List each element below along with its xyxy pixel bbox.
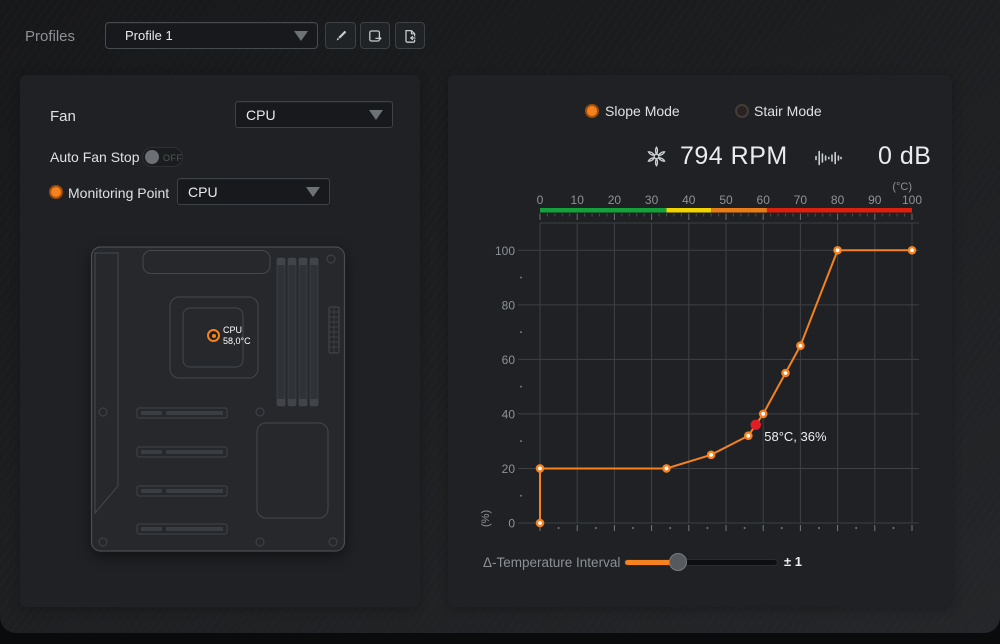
fan-curve-chart[interactable]: 0102030405060708090100(°C)020406080100(%… (478, 175, 940, 540)
fan-settings-panel: Fan CPU Auto Fan Stop OFF Monitoring Poi… (20, 75, 420, 607)
profile-dropdown[interactable]: Profile 1 (105, 22, 318, 49)
y-axis-tick-label: 0 (508, 517, 515, 531)
temp-ruler-tick-label: 80 (831, 193, 845, 207)
temp-ruler-tick-label: 50 (719, 193, 733, 207)
noise-level-value: 0 dB (878, 142, 931, 171)
interval-slider-label: Δ-Temperature Interval (483, 555, 620, 570)
auto-fan-stop-label: Auto Fan Stop (50, 149, 140, 165)
fan-curve-panel: Slope Mode Stair Mode 794 RPM (448, 75, 952, 607)
monitoring-point-label: Monitoring Point (68, 185, 169, 201)
export-profile-button[interactable] (360, 22, 390, 49)
temp-ruler-segment (540, 208, 666, 213)
y-axis-tick-label: 40 (502, 407, 516, 421)
pencil-icon (333, 28, 349, 44)
chart-axes: 0 20 40 60 80 100 (%) (480, 244, 912, 531)
toggle-knob (145, 150, 159, 164)
current-point-label: 58°C, 36% (764, 429, 827, 444)
motherboard-diagram (88, 243, 348, 555)
interval-slider-thumb[interactable] (669, 553, 687, 571)
y-axis-tick-label: 80 (502, 298, 516, 312)
stair-mode-radio[interactable] (735, 104, 749, 118)
fan-dropdown[interactable]: CPU (235, 101, 393, 128)
y-axis-unit-label: (%) (480, 510, 492, 527)
y-axis-tick-label: 60 (502, 353, 516, 367)
interval-slider[interactable] (624, 559, 778, 566)
cpu-sensor-name: CPU (223, 326, 242, 335)
chevron-down-icon (369, 110, 383, 120)
noise-level-icon (814, 149, 842, 167)
stair-mode-label[interactable]: Stair Mode (754, 103, 822, 119)
temp-ruler-tick-label: 70 (794, 193, 808, 207)
temp-ruler-tick-label: 20 (608, 193, 622, 207)
y-axis-tick-label: 100 (495, 244, 515, 258)
fan-dropdown-value: CPU (236, 107, 276, 123)
monitoring-point-dropdown-value: CPU (178, 184, 218, 200)
import-profile-icon (402, 28, 418, 44)
fan-icon (644, 144, 669, 169)
temp-ruler-tick-label: 40 (682, 193, 696, 207)
auto-fan-stop-toggle[interactable]: OFF (142, 147, 183, 167)
temp-ruler-tick-label: 100 (902, 193, 922, 207)
chart-grid (518, 223, 919, 523)
temp-ruler-tick-label: 90 (868, 193, 882, 207)
temp-ruler-segment (711, 208, 767, 213)
fan-label: Fan (50, 108, 76, 125)
interval-slider-value: ± 1 (784, 554, 802, 569)
toggle-state-label: OFF (163, 153, 183, 163)
slope-mode-radio[interactable] (585, 104, 599, 118)
cpu-sensor-marker[interactable] (207, 329, 220, 342)
edit-profile-button[interactable] (325, 22, 356, 49)
profile-dropdown-value: Profile 1 (106, 28, 173, 43)
temp-ruler-segment (666, 208, 711, 213)
monitoring-point-radio[interactable] (49, 185, 63, 199)
chevron-down-icon (306, 187, 320, 197)
cpu-sensor-temperature: 58,0°C (223, 337, 251, 346)
chevron-down-icon (294, 31, 308, 41)
slope-mode-label[interactable]: Slope Mode (605, 103, 680, 119)
fan-speed-value: 794 RPM (680, 142, 788, 171)
monitoring-point-dropdown[interactable]: CPU (177, 178, 330, 205)
temp-ruler-tick-label: 10 (571, 193, 585, 207)
temp-ruler: 0 10 20 30 40 50 60 70 80 90 100(°C) (537, 181, 923, 220)
import-profile-button[interactable] (395, 22, 425, 49)
x-axis-unit-label: (°C) (892, 181, 912, 193)
temp-ruler-tick-label: 60 (757, 193, 771, 207)
temp-ruler-tick-label: 30 (645, 193, 659, 207)
temp-ruler-tick-label: 0 (537, 193, 544, 207)
export-profile-icon (367, 28, 383, 44)
current-operating-point[interactable] (751, 420, 761, 430)
y-axis-tick-label: 20 (502, 462, 516, 476)
profiles-label: Profiles (25, 28, 75, 45)
app-window: Profiles Profile 1 Fan CPU (0, 0, 1000, 633)
temp-ruler-segment (767, 208, 912, 213)
